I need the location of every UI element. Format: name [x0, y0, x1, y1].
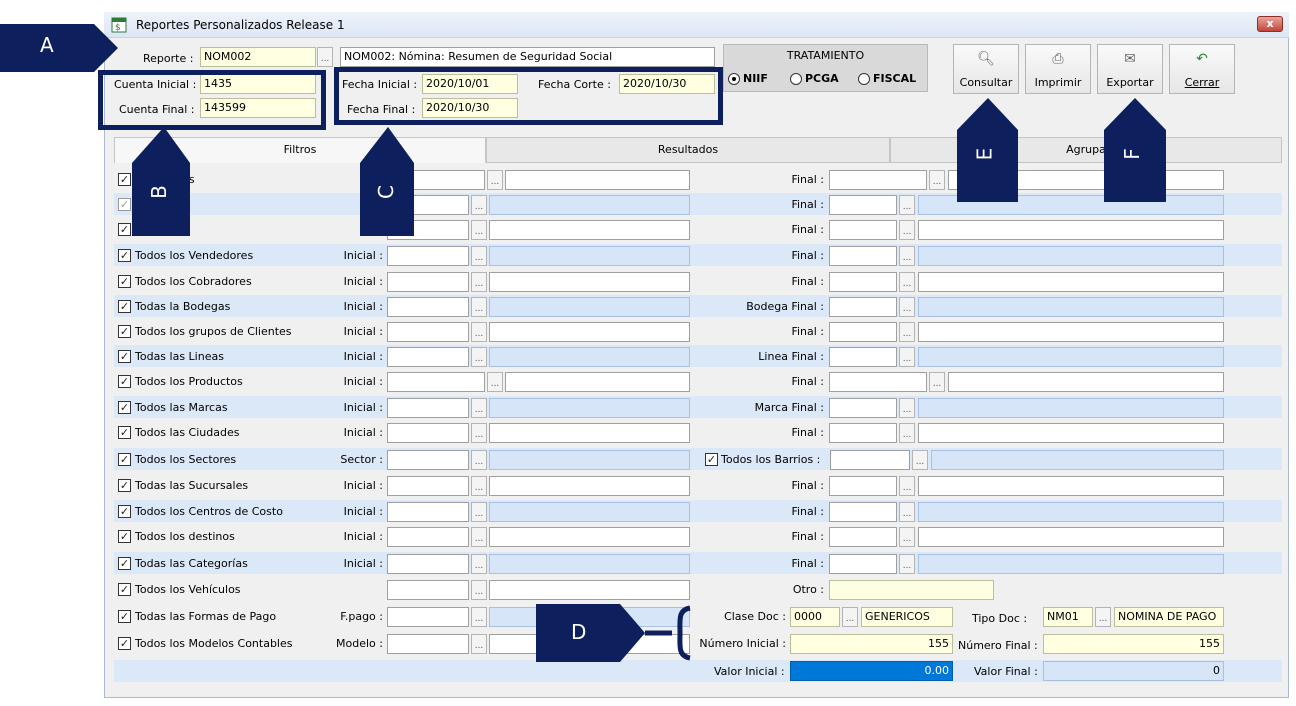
- callout-e-label: E: [972, 147, 997, 161]
- callout-d-shape: [536, 604, 645, 662]
- callout-d-brace: [645, 605, 691, 661]
- callout-b-shape: [132, 127, 190, 236]
- callout-a-label: A: [40, 33, 54, 57]
- callout-b-label: B: [146, 185, 171, 199]
- callout-c-shape: [360, 127, 414, 236]
- callout-c-label: C: [373, 185, 398, 199]
- callout-a-shape: [0, 24, 118, 72]
- callout-d-label: D: [571, 620, 587, 644]
- callout-layer: [0, 24, 1166, 662]
- callout-f-label: F: [1119, 148, 1144, 160]
